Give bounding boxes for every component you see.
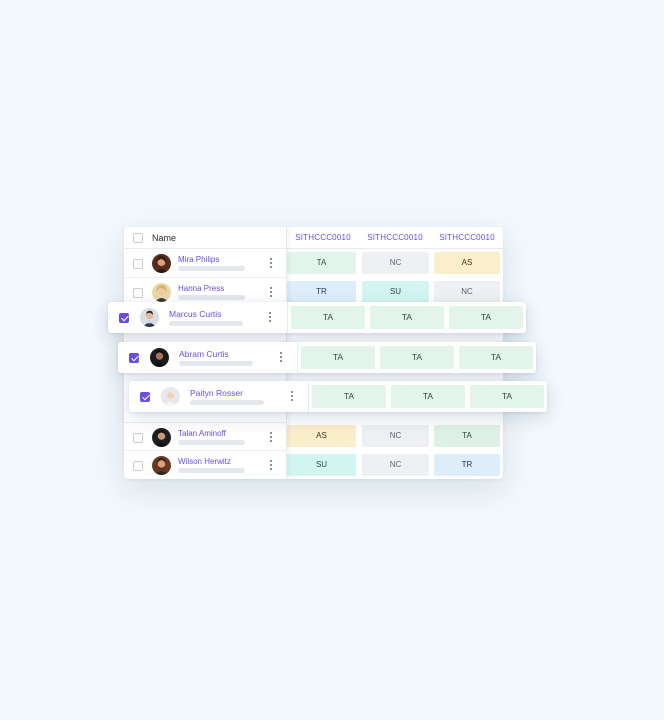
more-options-icon[interactable]	[290, 391, 294, 403]
row-checkbox[interactable]	[133, 288, 143, 298]
status-cell[interactable]: TA	[287, 252, 356, 274]
status-cell[interactable]: NC	[362, 425, 429, 447]
selected-row-marcus[interactable]: Marcus Curtis TA TA TA	[108, 302, 526, 333]
status-cell[interactable]: NC	[362, 454, 429, 476]
selected-row-abram[interactable]: Abram Curtis TA TA TA	[118, 342, 536, 373]
person-subtitle-placeholder	[169, 321, 243, 326]
avatar	[152, 428, 171, 447]
more-options-icon[interactable]	[269, 287, 273, 299]
person-subtitle-placeholder	[178, 440, 245, 445]
status-cell[interactable]: TA	[370, 306, 444, 329]
more-options-icon[interactable]	[279, 352, 283, 364]
avatar	[152, 254, 171, 273]
avatar	[140, 308, 159, 327]
unit-column-header[interactable]: SITHCCC0010	[287, 233, 359, 242]
column-divider	[308, 381, 309, 412]
person-name[interactable]: Hanna Press	[178, 284, 224, 293]
row-checkbox[interactable]	[129, 353, 139, 363]
column-divider	[287, 302, 288, 333]
more-options-icon[interactable]	[269, 432, 273, 444]
person-name[interactable]: Talan Aminoff	[178, 429, 226, 438]
avatar	[150, 348, 169, 367]
more-options-icon[interactable]	[269, 258, 273, 270]
row-checkbox[interactable]	[119, 313, 129, 323]
person-name[interactable]: Marcus Curtis	[169, 309, 221, 319]
person-name[interactable]: Mira Philips	[178, 255, 219, 264]
status-cell[interactable]: TA	[449, 306, 523, 329]
person-name[interactable]: Paityn Rosser	[190, 388, 243, 398]
status-cell[interactable]: TR	[434, 454, 500, 476]
person-name[interactable]: Abram Curtis	[179, 349, 229, 359]
person-subtitle-placeholder	[178, 295, 245, 300]
status-cell[interactable]: SU	[287, 454, 356, 476]
unit-column-header[interactable]: SITHCCC0010	[431, 233, 503, 242]
row-checkbox[interactable]	[133, 259, 143, 269]
person-name[interactable]: Wilson Herwitz	[178, 457, 231, 466]
avatar	[161, 387, 180, 406]
status-cell[interactable]: TA	[380, 346, 454, 369]
more-options-icon[interactable]	[268, 312, 272, 324]
unit-column-header[interactable]: SITHCCC0010	[359, 233, 431, 242]
person-subtitle-placeholder	[190, 400, 264, 405]
status-cell[interactable]: TA	[391, 385, 465, 408]
table-row[interactable]: Mira Philips	[124, 249, 287, 278]
status-cell[interactable]: TA	[312, 385, 386, 408]
table-row[interactable]: Wilson Herwitz	[124, 451, 287, 479]
status-cell[interactable]: TA	[470, 385, 544, 408]
status-cell[interactable]: NC	[434, 281, 500, 303]
name-header-cell: Name	[124, 227, 287, 249]
status-cell[interactable]: NC	[362, 252, 429, 274]
avatar	[152, 283, 171, 302]
column-divider	[297, 342, 298, 373]
selected-row-paityn[interactable]: Paityn Rosser TA TA TA	[129, 381, 547, 412]
status-cell[interactable]: SU	[362, 281, 429, 303]
person-subtitle-placeholder	[178, 266, 245, 271]
row-checkbox[interactable]	[140, 392, 150, 402]
status-cell[interactable]: TR	[287, 281, 356, 303]
person-subtitle-placeholder	[179, 361, 253, 366]
avatar	[152, 456, 171, 475]
status-cell[interactable]: TA	[291, 306, 365, 329]
status-cell[interactable]: TA	[301, 346, 375, 369]
more-options-icon[interactable]	[269, 460, 273, 472]
status-cell[interactable]: AS	[287, 425, 356, 447]
person-subtitle-placeholder	[178, 468, 245, 473]
name-column-header: Name	[152, 233, 177, 243]
status-cell[interactable]: TA	[434, 425, 500, 447]
table-row[interactable]: Talan Aminoff	[124, 422, 287, 451]
row-checkbox[interactable]	[133, 461, 143, 471]
select-all-checkbox[interactable]	[133, 233, 143, 243]
row-checkbox[interactable]	[133, 433, 143, 443]
status-cell[interactable]: TA	[459, 346, 533, 369]
stage: Name SITHCCC0010 SITHCCC0010 SITHCCC0010…	[0, 0, 664, 720]
status-cell[interactable]: AS	[434, 252, 500, 274]
